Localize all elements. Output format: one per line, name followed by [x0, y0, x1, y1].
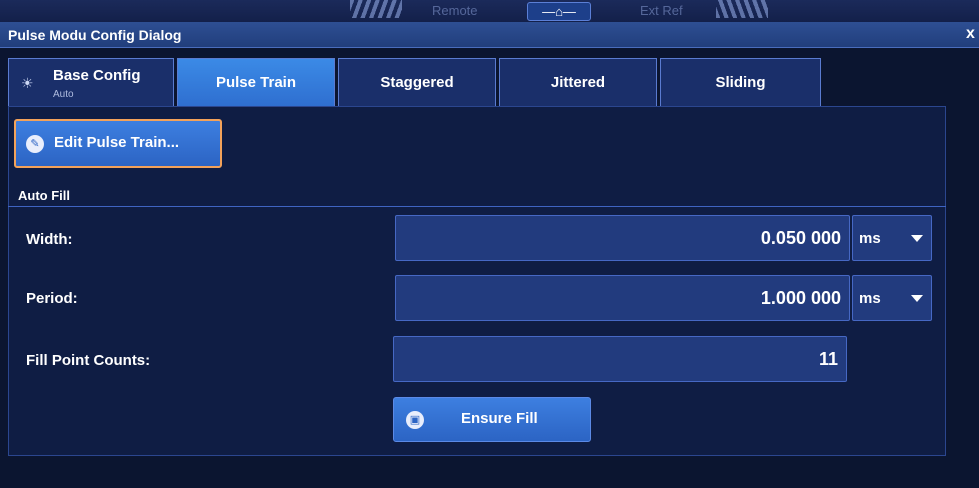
tab-pulse-train[interactable]: Pulse Train [177, 58, 335, 106]
fill-point-counts-label: Fill Point Counts: [26, 352, 151, 369]
unit-value: ms [859, 230, 881, 247]
decorative-stripes-right [716, 0, 768, 18]
tab-sliding[interactable]: Sliding [660, 58, 821, 106]
section-title-auto-fill: Auto Fill [18, 188, 70, 203]
unit-value: ms [859, 290, 881, 307]
home-icon: —⌂— [542, 4, 576, 19]
status-strip: Remote —⌂— Ext Ref [0, 0, 979, 22]
close-icon[interactable]: x [966, 25, 975, 43]
tab-label: Staggered [380, 74, 454, 91]
tab-base-config[interactable]: ☀ Base Config Auto [8, 58, 174, 106]
decorative-stripes-left [350, 0, 402, 18]
chevron-down-icon [911, 235, 923, 242]
tab-label: Pulse Train [215, 74, 297, 91]
home-button[interactable]: —⌂— [527, 2, 591, 21]
ext-ref-indicator: Ext Ref [640, 3, 683, 18]
tab-label: Base Config [53, 67, 141, 84]
dialog-title-bar: Pulse Modu Config Dialog x [0, 22, 979, 48]
section-divider [8, 206, 946, 207]
period-input[interactable]: 1.000 000 [395, 275, 850, 321]
chevron-down-icon [911, 295, 923, 302]
edit-pulse-train-button[interactable]: ✎ Edit Pulse Train... [14, 119, 222, 168]
tab-label: Jittered [550, 74, 606, 91]
tab-label: Sliding [715, 74, 766, 91]
tab-staggered[interactable]: Staggered [338, 58, 496, 106]
width-input[interactable]: 0.050 000 [395, 215, 850, 261]
button-label: Ensure Fill [461, 410, 538, 427]
fill-icon: ▣ [406, 411, 424, 429]
width-unit-select[interactable]: ms [852, 215, 932, 261]
period-unit-select[interactable]: ms [852, 275, 932, 321]
button-label: Edit Pulse Train... [54, 134, 180, 151]
period-label: Period: [26, 290, 78, 307]
edit-icon: ✎ [26, 135, 44, 153]
remote-indicator: Remote [432, 3, 478, 18]
tab-jittered[interactable]: Jittered [499, 58, 657, 106]
sun-icon: ☀ [21, 75, 34, 91]
fill-point-counts-input[interactable]: 11 [393, 336, 847, 382]
tab-sublabel: Auto [53, 89, 74, 100]
ensure-fill-button[interactable]: ▣ Ensure Fill [393, 397, 591, 442]
dialog-title: Pulse Modu Config Dialog [8, 27, 182, 43]
width-label: Width: [26, 231, 73, 248]
